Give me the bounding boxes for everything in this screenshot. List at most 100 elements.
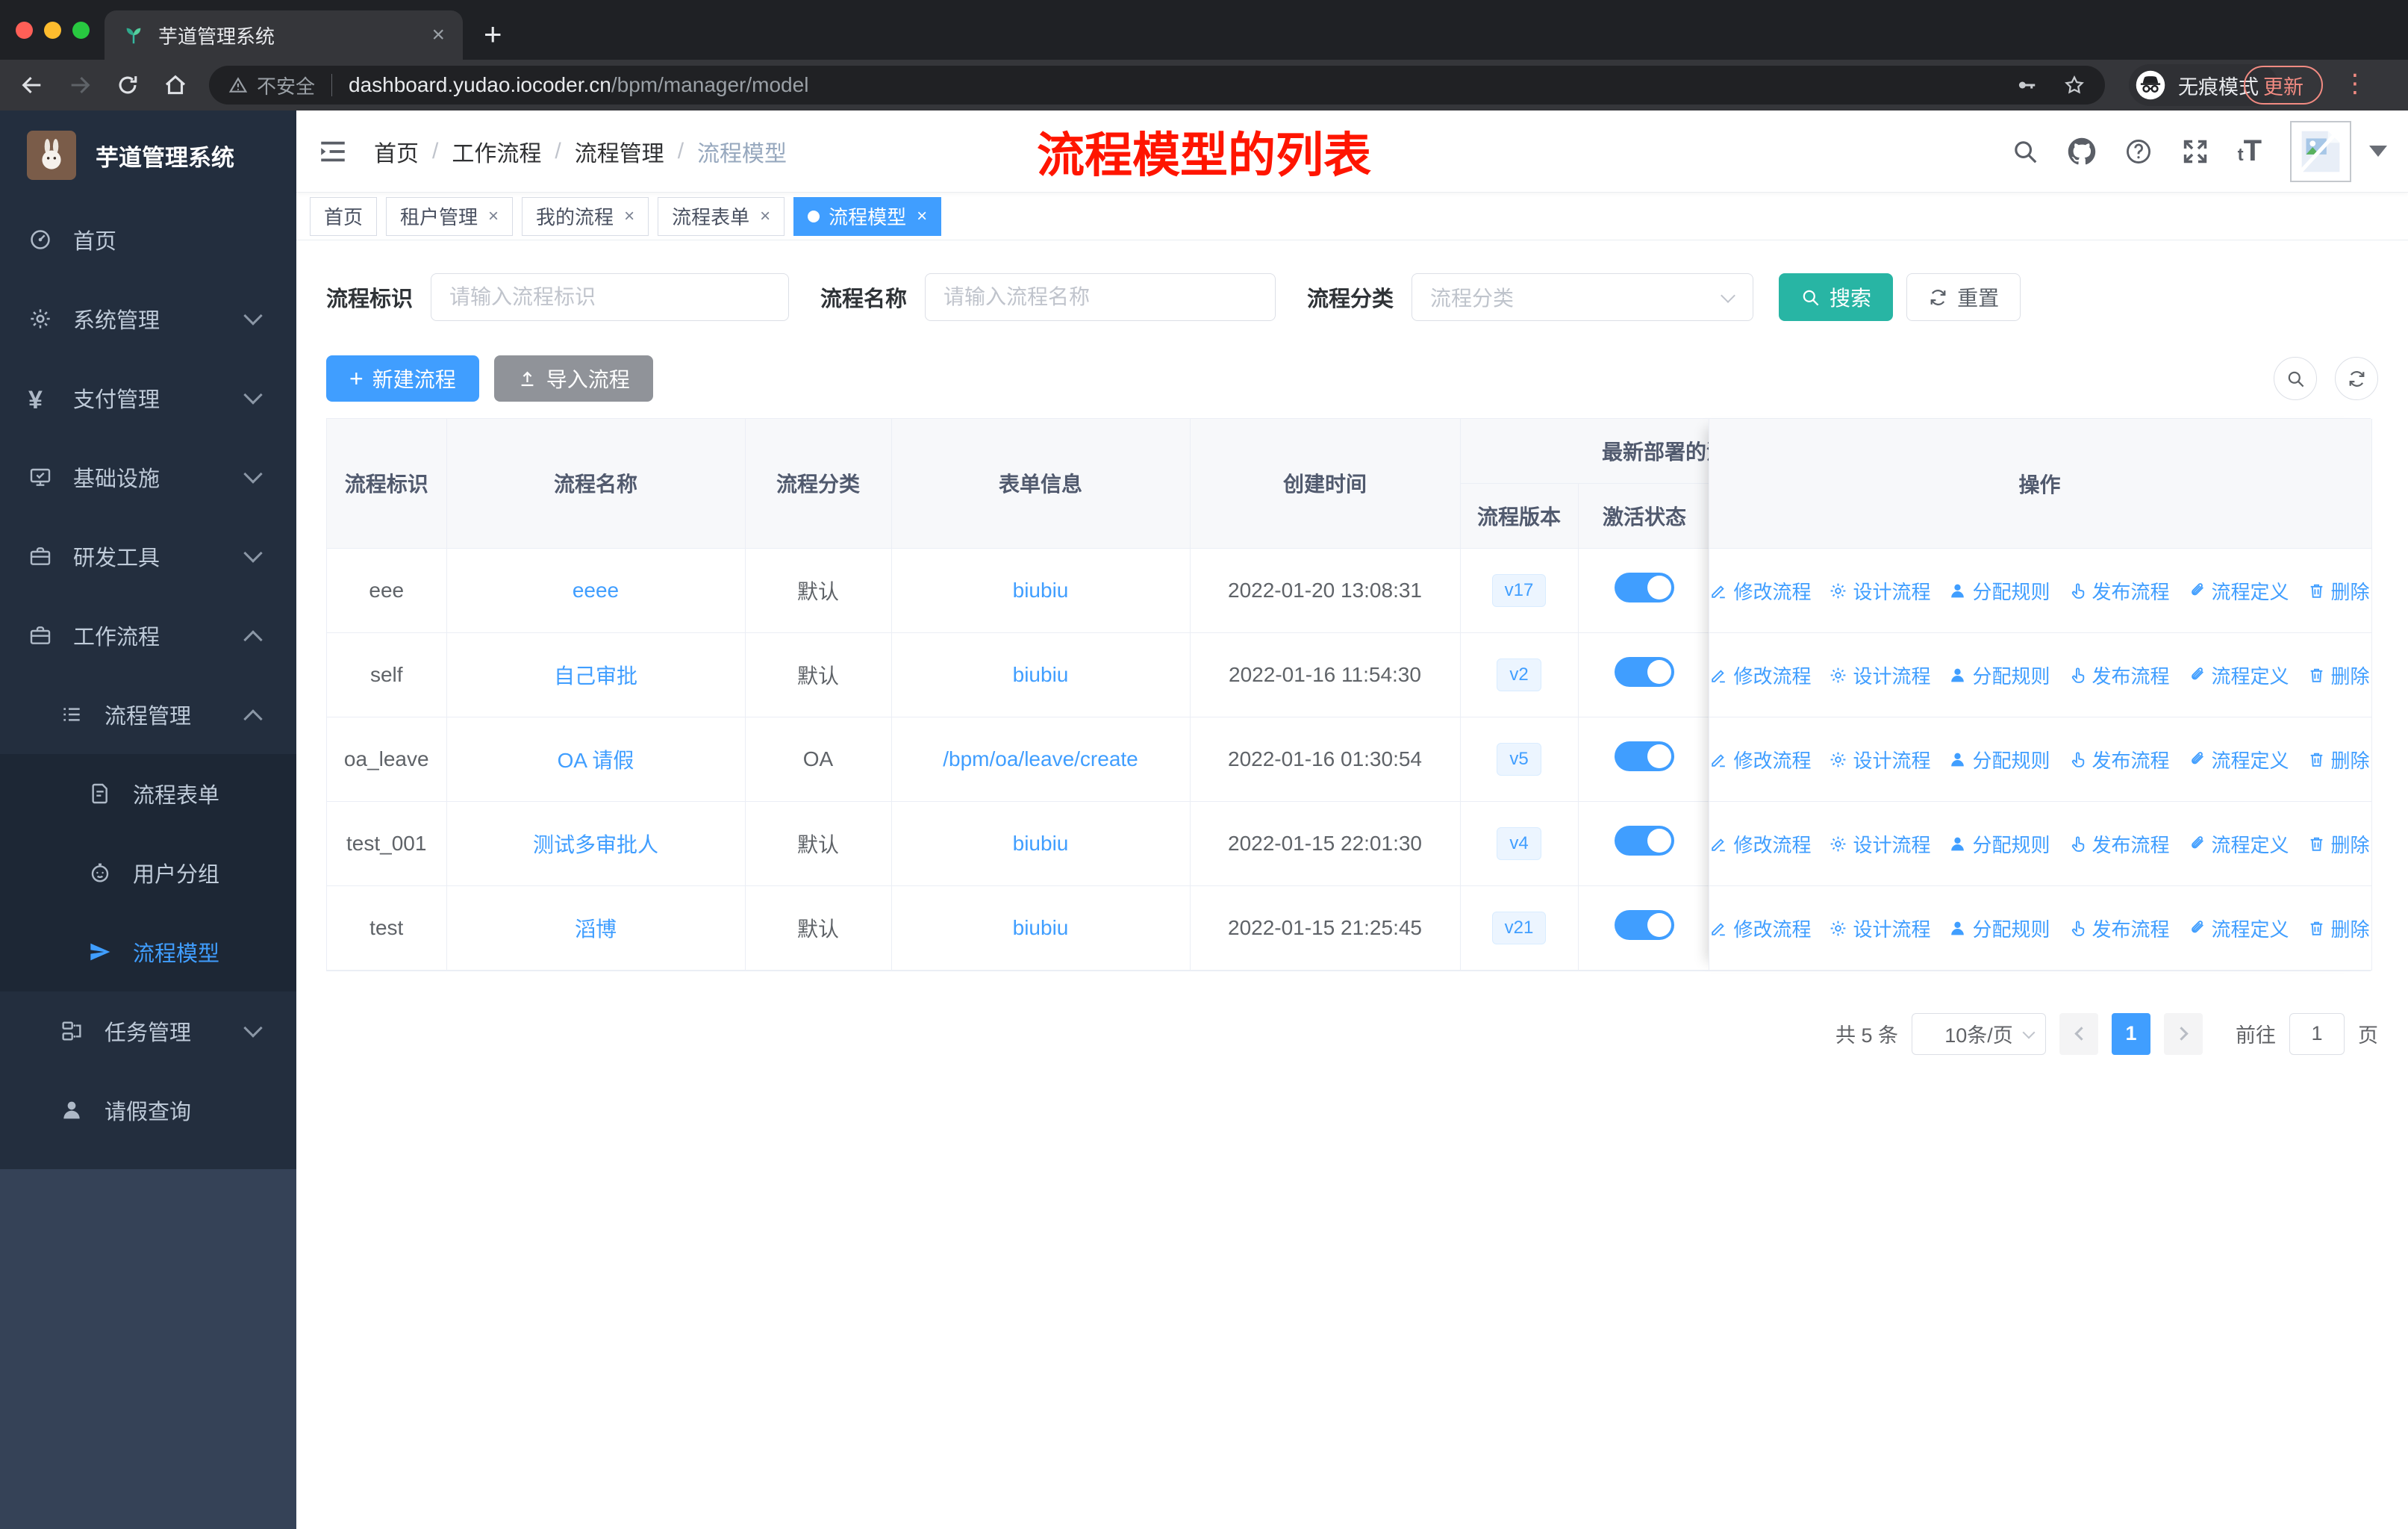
assign-rule-link[interactable]: 分配规则 [1948,577,2050,605]
caret-down-icon[interactable] [2369,146,2387,157]
address-bar[interactable]: 不安全 dashboard.yudao.iocoder.cn /bpm/mana… [209,66,2105,105]
breadcrumb-workflow[interactable]: 工作流程 [452,135,541,168]
cell-name-link[interactable]: 滔博 [446,885,746,971]
tag-my-process[interactable]: 我的流程 × [522,196,649,236]
password-key-icon[interactable] [2015,74,2038,96]
assign-rule-link[interactable]: 分配规则 [1948,746,2050,773]
browser-tab[interactable]: 芋道管理系统 × [105,10,463,60]
cell-name-link[interactable]: 自己审批 [446,632,746,717]
tag-tenant[interactable]: 租户管理 × [386,196,514,236]
process-definition-link[interactable]: 流程定义 [2188,830,2289,858]
assign-rule-link[interactable]: 分配规则 [1948,915,2050,942]
version-badge[interactable]: v21 [1491,911,1547,944]
assign-rule-link[interactable]: 分配规则 [1948,830,2050,858]
sidebar-item-workflow[interactable]: 工作流程 [0,596,296,675]
design-process-link[interactable]: 设计流程 [1829,746,1930,773]
search-icon[interactable] [2011,137,2039,166]
browser-menu-icon[interactable]: ⋮ [2342,69,2368,99]
cell-form-link[interactable]: biubiu [891,885,1191,971]
sidebar-item-process-mgmt[interactable]: 流程管理 [0,675,296,754]
fullscreen-icon[interactable] [2181,137,2209,166]
modify-process-link[interactable]: 修改流程 [1709,830,1811,858]
cell-name-link[interactable]: OA 请假 [446,717,746,802]
filter-name-input[interactable] [925,273,1276,321]
design-process-link[interactable]: 设计流程 [1829,661,1930,689]
back-icon[interactable] [19,72,45,98]
sidebar-item-pay[interactable]: ¥ 支付管理 [0,358,296,437]
process-definition-link[interactable]: 流程定义 [2188,661,2289,689]
sidebar-item-home[interactable]: 首页 [0,200,296,279]
import-process-button[interactable]: 导入流程 [493,355,653,402]
breadcrumb-home[interactable]: 首页 [374,135,419,168]
cell-form-link[interactable]: biubiu [891,801,1191,886]
publish-process-link[interactable]: 发布流程 [2068,577,2170,605]
delete-link[interactable]: 删除 [2307,577,2370,605]
process-definition-link[interactable]: 流程定义 [2188,746,2289,773]
home-icon[interactable] [163,72,188,98]
publish-process-link[interactable]: 发布流程 [2068,915,2170,942]
status-toggle[interactable] [1615,657,1674,687]
publish-process-link[interactable]: 发布流程 [2068,746,2170,773]
sidebar-item-system[interactable]: 系统管理 [0,279,296,358]
toggle-search-button[interactable] [2274,357,2317,400]
window-close-button[interactable] [16,22,33,39]
version-badge[interactable]: v17 [1491,573,1547,607]
cell-name-link[interactable]: 测试多审批人 [446,801,746,886]
delete-link[interactable]: 删除 [2307,661,2370,689]
modify-process-link[interactable]: 修改流程 [1709,577,1811,605]
version-badge[interactable]: v2 [1497,658,1541,691]
avatar[interactable] [2290,120,2351,182]
tag-close-icon[interactable]: × [624,206,634,227]
modify-process-link[interactable]: 修改流程 [1709,661,1811,689]
delete-link[interactable]: 删除 [2307,915,2370,942]
sidebar-item-devtools[interactable]: 研发工具 [0,517,296,596]
process-definition-link[interactable]: 流程定义 [2188,915,2289,942]
create-process-button[interactable]: + 新建流程 [326,355,479,402]
status-toggle[interactable] [1615,826,1674,856]
sidebar-item-task-mgmt[interactable]: 任务管理 [0,991,296,1071]
bookmark-star-icon[interactable] [2063,74,2086,96]
window-zoom-button[interactable] [72,22,90,39]
reload-icon[interactable] [115,72,140,98]
breadcrumb-process-mgmt[interactable]: 流程管理 [575,135,664,168]
publish-process-link[interactable]: 发布流程 [2068,661,2170,689]
modify-process-link[interactable]: 修改流程 [1709,746,1811,773]
tag-process-model[interactable]: 流程模型 × [793,196,942,236]
tab-close-icon[interactable]: × [431,22,445,48]
design-process-link[interactable]: 设计流程 [1829,830,1930,858]
cell-form-link[interactable]: /bpm/oa/leave/create [891,717,1191,802]
process-definition-link[interactable]: 流程定义 [2188,577,2289,605]
sidebar-item-process-model[interactable]: 流程模型 [0,912,296,991]
current-page-button[interactable]: 1 [2112,1012,2150,1055]
modify-process-link[interactable]: 修改流程 [1709,915,1811,942]
publish-process-link[interactable]: 发布流程 [2068,830,2170,858]
status-toggle[interactable] [1615,573,1674,602]
status-toggle[interactable] [1615,741,1674,771]
cell-form-link[interactable]: biubiu [891,632,1191,717]
browser-update-button[interactable]: 更新 [2244,66,2323,105]
sidebar-collapse-icon[interactable] [317,136,349,167]
version-badge[interactable]: v5 [1497,742,1541,776]
filter-category-select[interactable]: 流程分类 [1412,273,1754,321]
window-minimize-button[interactable] [44,22,61,39]
tag-process-form[interactable]: 流程表单 × [658,196,785,236]
design-process-link[interactable]: 设计流程 [1829,577,1930,605]
prev-page-button[interactable] [2059,1012,2098,1055]
sidebar-item-process-form[interactable]: 流程表单 [0,754,296,833]
new-tab-button[interactable]: + [484,16,502,52]
refresh-table-button[interactable] [2335,357,2378,400]
cell-form-link[interactable]: biubiu [891,548,1191,633]
design-process-link[interactable]: 设计流程 [1829,915,1930,942]
github-icon[interactable] [2068,137,2096,166]
filter-id-input[interactable] [431,273,790,321]
status-toggle[interactable] [1615,910,1674,940]
sidebar-item-user-group[interactable]: 用户分组 [0,833,296,912]
reset-button[interactable]: 重置 [1906,273,2021,321]
cell-name-link[interactable]: eeee [446,548,746,633]
page-size-select[interactable]: 10条/页 [1912,1012,2046,1055]
sidebar-item-infra[interactable]: 基础设施 [0,437,296,517]
delete-link[interactable]: 删除 [2307,830,2370,858]
app-logo-row[interactable]: 芋道管理系统 [0,110,296,200]
goto-page-input[interactable] [2289,1012,2345,1055]
delete-link[interactable]: 删除 [2307,746,2370,773]
